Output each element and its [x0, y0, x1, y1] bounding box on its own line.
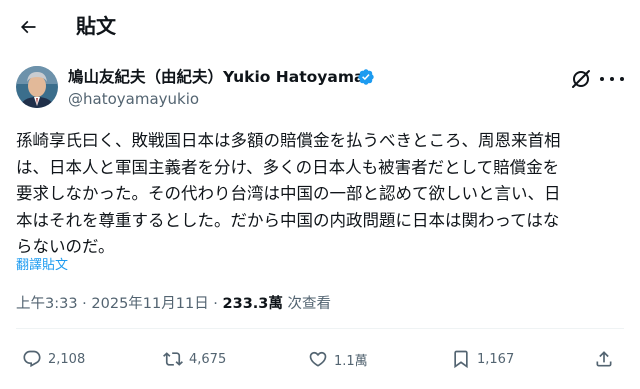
- tweet-meta: 上午3:33 · 2025年11月11日 · 233.3萬 次查看: [16, 294, 331, 314]
- bookmark-button[interactable]: 1,167: [451, 342, 514, 376]
- author-handle[interactable]: @hatoyamayukio: [68, 89, 199, 109]
- views-label: 次查看: [282, 296, 332, 312]
- page-title: 貼文: [76, 14, 116, 38]
- share-button[interactable]: [594, 342, 614, 376]
- views-count[interactable]: 233.3萬: [223, 296, 283, 312]
- tweet-date[interactable]: 2025年11月11日: [91, 296, 208, 312]
- tweet-line: 孫崎享氏曰く、敗戦国日本は多額の賠償金を払うべきところ、周恩来首相: [16, 131, 561, 150]
- reply-count: 2,108: [48, 351, 86, 367]
- grok-button[interactable]: [570, 68, 592, 90]
- divider: [16, 328, 624, 329]
- author-display-name[interactable]: 鳩山友紀夫（由紀夫）Yukio Hatoyama: [68, 66, 364, 88]
- verified-badge-icon: [358, 69, 374, 85]
- like-button[interactable]: 1.1萬: [308, 342, 368, 376]
- more-button[interactable]: [600, 68, 624, 90]
- reply-icon: [23, 350, 41, 368]
- bookmark-icon: [454, 350, 468, 369]
- back-arrow-icon: [20, 20, 36, 34]
- repost-count: 4,675: [189, 351, 227, 367]
- avatar-image: [16, 66, 58, 108]
- back-button[interactable]: [12, 11, 44, 43]
- top-bar: 貼文: [0, 0, 640, 54]
- more-icon: [600, 77, 604, 81]
- meta-separator: ·: [208, 296, 223, 312]
- like-icon: [309, 351, 327, 367]
- like-count: 1.1萬: [334, 353, 368, 369]
- bookmark-count: 1,167: [477, 351, 515, 367]
- tweet-line: 本はそれを尊重するとした。だから中国の内政問題に日本は関わってはな: [16, 210, 560, 230]
- tweet-line: は、日本人と軍国主義者を分け、多くの日本人も被害者だとして賠償金を: [16, 157, 560, 177]
- share-icon: [596, 351, 612, 367]
- tweet-line: らないのだ。: [16, 237, 115, 257]
- meta-separator: ·: [77, 296, 92, 312]
- avatar[interactable]: [16, 66, 58, 108]
- repost-button[interactable]: 4,675: [163, 342, 226, 376]
- tweet-text: 孫崎享氏曰く、敗戦国日本は多額の賠償金を払うべきところ、周恩来首相 は、日本人と軍…: [16, 128, 636, 261]
- grok-icon: [572, 70, 590, 88]
- tweet-line: 要求しなかった。その代わり台湾は中国の一部と認めて欲しいと言い、日: [16, 184, 561, 204]
- action-bar: 2,108 4,675 1.1萬 1,167: [0, 342, 640, 376]
- tweet-time[interactable]: 上午3:33: [16, 296, 78, 312]
- translate-post-link[interactable]: 翻譯貼文: [16, 258, 68, 274]
- reply-button[interactable]: 2,108: [22, 342, 85, 376]
- repost-icon: [163, 352, 183, 366]
